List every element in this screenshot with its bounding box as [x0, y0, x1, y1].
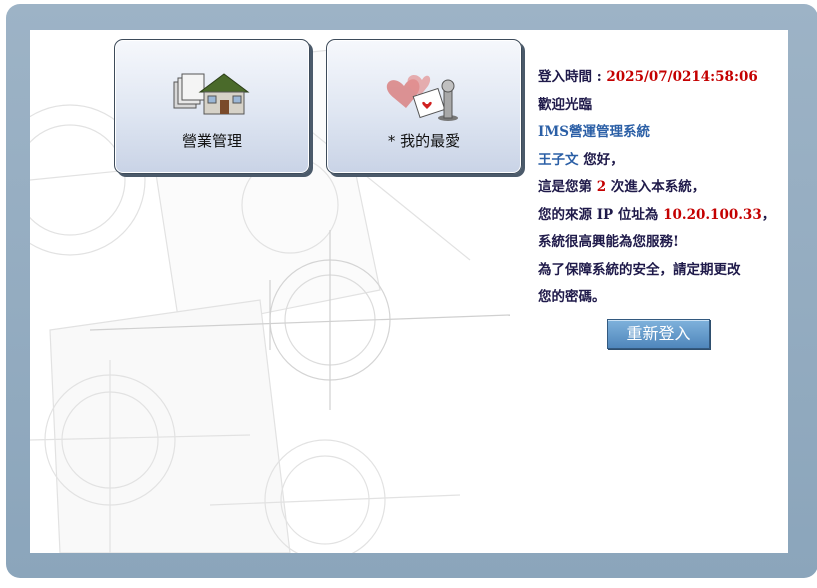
content-panel: 營業管理 * 我的最愛 登入時間 : 2025/07/0214:58:06 歡迎… [30, 30, 788, 553]
ip-suffix: ， [761, 206, 776, 223]
sales-management-label: 營業管理 [181, 132, 242, 150]
page-frame: 營業管理 * 我的最愛 登入時間 : 2025/07/0214:58:06 歡迎… [0, 0, 817, 588]
security-notice-line1: 為了保障系統的安全，請定期更改 [538, 261, 741, 278]
security-notice-line2: 您的密碼。 [538, 289, 606, 305]
visit-prefix: 這是您第 [538, 179, 597, 195]
visit-count-row: 這是您第 2 次進入本系統， [538, 174, 788, 202]
login-time-value: 2025/07/0214:58:06 [606, 69, 758, 85]
user-name: 王子文 [538, 151, 579, 168]
ip-address-row: 您的來源 IP 位址為 10.20.100.33， [538, 202, 788, 230]
ip-prefix: 您的來源 IP 位址為 [538, 206, 664, 223]
greeting-row: 王子文 您好， [538, 147, 788, 175]
house-folders-icon [170, 68, 254, 122]
favorites-label: * 我的最愛 [387, 132, 461, 150]
greeting-text: 您好， [578, 151, 624, 168]
login-info-panel: 登入時間 : 2025/07/0214:58:06 歡迎光臨 IMS營運管理系統… [538, 64, 788, 312]
login-time-label: 登入時間 : [538, 69, 607, 85]
welcome-text: 歡迎光臨 [538, 96, 592, 113]
relogin-button[interactable]: 重新登入 [607, 319, 710, 349]
favorites-tile[interactable]: * 我的最愛 [326, 39, 522, 174]
heart-game-piece-icon [382, 68, 466, 128]
visit-count: 2 [596, 179, 607, 195]
sales-management-tile[interactable]: 營業管理 [114, 39, 310, 174]
system-name: IMS營運管理系統 [538, 124, 651, 140]
ip-address: 10.20.100.33 [663, 206, 762, 223]
service-text: 系統很高興能為您服務! [538, 234, 679, 250]
login-time-row: 登入時間 : 2025/07/0214:58:06 [538, 64, 788, 92]
visit-suffix: 次進入本系統， [606, 179, 706, 195]
